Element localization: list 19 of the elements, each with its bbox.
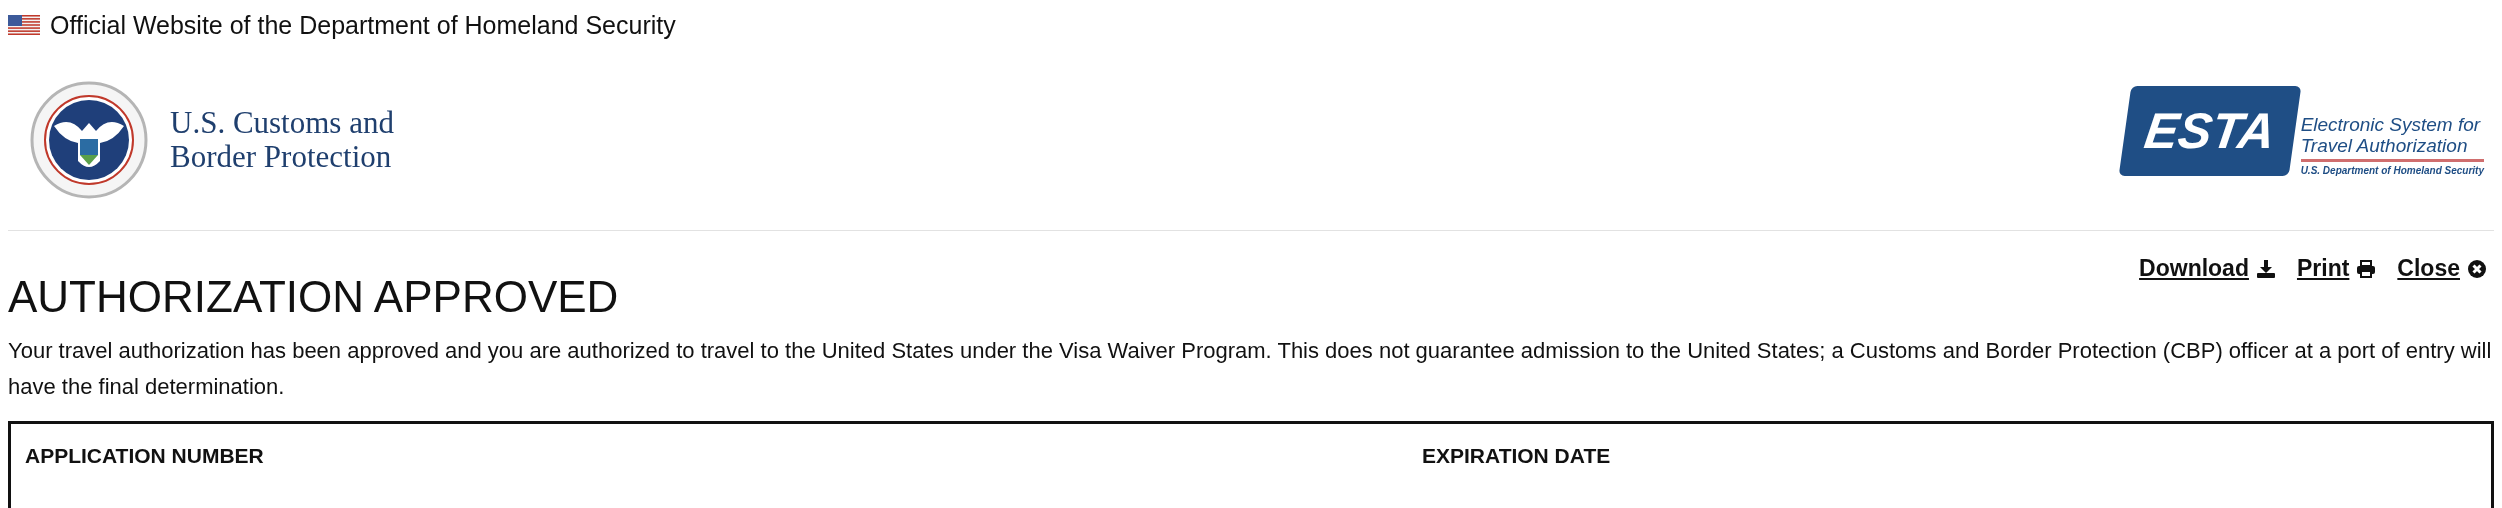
approval-message: Your travel authorization has been approved and you are authorized to travel to the United States under the Visa Waiver Program. This does not guarantee admission to the United States; a Customs and Border Protection (CBP) officer at a port of entry will have the final determination. (8, 337, 2493, 401)
esta-name: Electronic System for (2300, 114, 2482, 135)
agency-name: Border Protection (170, 140, 393, 174)
download-link[interactable]: Download (2139, 255, 2249, 282)
page-title: AUTHORIZATION APPROVED (8, 271, 619, 323)
esta-wordmark: ESTA (2140, 102, 2279, 160)
esta-tagline: U.S. Department of Homeland Security (2300, 165, 2484, 176)
banner-text: Official Website of the Department of Homeland Security (50, 10, 676, 40)
printer-icon (2357, 259, 2376, 278)
close-link[interactable]: Close (2397, 255, 2460, 282)
column-header: EXPIRATION DATE (1422, 444, 1612, 468)
column-header: APPLICATION NUMBER (25, 444, 265, 468)
close-icon (2468, 259, 2486, 278)
seal-icon (30, 81, 148, 199)
flag-icon (8, 15, 40, 35)
download-icon (2256, 259, 2275, 278)
esta-name: Travel Authorization (2300, 135, 2469, 156)
print-link[interactable]: Print (2296, 255, 2350, 282)
agency-name: U.S. Customs and (170, 106, 394, 140)
